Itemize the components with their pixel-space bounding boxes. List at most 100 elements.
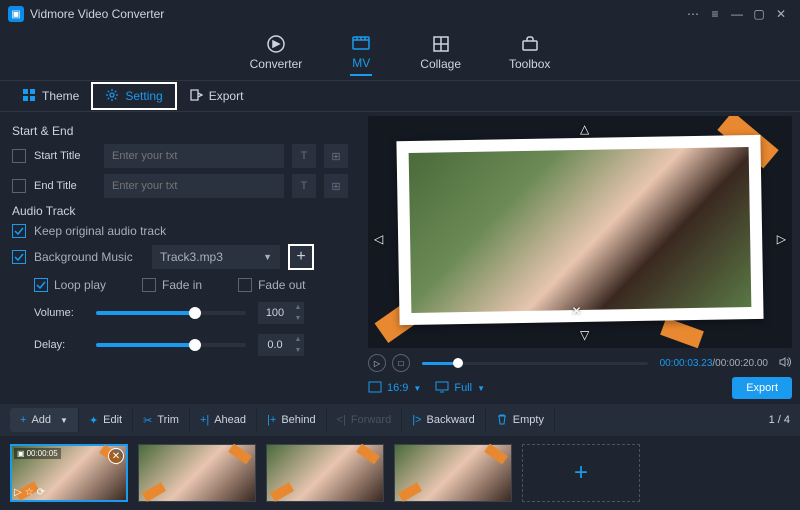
backward-button[interactable]: |>Backward: [402, 408, 486, 432]
clip-item[interactable]: [266, 444, 384, 502]
spinner-down-icon[interactable]: ▼: [292, 313, 304, 324]
spinner-down-icon[interactable]: ▼: [292, 345, 304, 356]
section-start-end: Start & End: [12, 124, 348, 138]
aspect-ratio-select[interactable]: 16:9 ▼: [368, 381, 421, 396]
delay-slider[interactable]: [96, 343, 246, 347]
text-pos-icon[interactable]: ⊞: [324, 144, 348, 168]
top-nav: Converter MV Collage Toolbox: [0, 28, 800, 80]
maximize-icon[interactable]: ▢: [748, 3, 770, 25]
arrow-right-handle[interactable]: ▷: [777, 232, 786, 246]
feedback-icon[interactable]: ⋯: [682, 3, 704, 25]
fullscreen-select[interactable]: Full ▼: [435, 381, 485, 396]
behind-button[interactable]: |+Behind: [257, 408, 327, 432]
fade-in-checkbox[interactable]: [142, 278, 156, 292]
tab-setting-label: Setting: [125, 89, 162, 103]
forward-button[interactable]: <|Forward: [327, 408, 403, 432]
end-title-checkbox[interactable]: [12, 179, 26, 193]
add-clip-button[interactable]: +: [522, 444, 640, 502]
play-button[interactable]: ▷: [368, 354, 386, 372]
start-title-checkbox[interactable]: [12, 149, 26, 163]
keep-original-label: Keep original audio track: [34, 224, 166, 238]
clips-strip: ▣00:00:05 ✕ ▷☆⟳ +: [0, 436, 800, 510]
mv-icon: [350, 32, 372, 54]
clip-loop-icon[interactable]: ⟳: [37, 487, 45, 498]
forward-icon: <|: [337, 414, 346, 426]
fade-out-label: Fade out: [258, 278, 305, 292]
add-track-button[interactable]: +: [288, 244, 314, 270]
arrow-up-handle[interactable]: △: [580, 122, 589, 136]
section-audio-track: Audio Track: [12, 204, 348, 218]
preview-controls: ▷ □ 00:00:03.23/00:00:20.00: [368, 352, 792, 374]
edit-button[interactable]: ✦Edit: [79, 408, 133, 432]
spinner-up-icon[interactable]: ▲: [292, 334, 304, 345]
tab-export[interactable]: Export: [177, 82, 256, 110]
nav-mv[interactable]: MV: [350, 32, 372, 76]
tape-decoration: [660, 318, 704, 348]
clip-item[interactable]: [394, 444, 512, 502]
clip-toolbar: +Add▼ ✦Edit ✂Trim +|Ahead |+Behind <|For…: [0, 404, 800, 436]
ratio-icon: [368, 381, 382, 396]
clip-item[interactable]: [138, 444, 256, 502]
chevron-down-icon: ▼: [60, 416, 68, 425]
clip-remove-button[interactable]: ✕: [108, 448, 124, 464]
tab-setting[interactable]: Setting: [91, 82, 176, 110]
ahead-button[interactable]: +|Ahead: [190, 408, 257, 432]
clip-play-icon[interactable]: ▷: [14, 487, 22, 498]
start-title-label: Start Title: [34, 150, 96, 162]
track-select[interactable]: Track3.mp3 ▼: [152, 245, 280, 269]
tabs-row: Theme Setting Export: [0, 80, 800, 112]
text-pos-icon[interactable]: ⊞: [324, 174, 348, 198]
tab-theme[interactable]: Theme: [10, 82, 91, 110]
nav-collage-label: Collage: [420, 57, 461, 71]
track-select-value: Track3.mp3: [160, 250, 223, 264]
close-icon[interactable]: ✕: [770, 3, 792, 25]
arrow-down-handle[interactable]: ▽: [580, 328, 589, 342]
plus-icon: +: [20, 414, 26, 426]
collage-icon: [430, 33, 452, 55]
end-title-input[interactable]: [104, 174, 284, 198]
settings-panel: Start & End Start Title T ⊞ End Title T …: [0, 112, 360, 404]
spinner-up-icon[interactable]: ▲: [292, 302, 304, 313]
timeline-slider[interactable]: [422, 362, 648, 365]
arrow-left-handle[interactable]: ◁: [374, 232, 383, 246]
chevron-down-icon: ▼: [263, 252, 272, 262]
delay-spinner[interactable]: 0.0 ▲▼: [258, 334, 304, 356]
close-handle[interactable]: ✕: [572, 304, 582, 318]
text-style-icon[interactable]: T: [292, 174, 316, 198]
toolbox-icon: [519, 33, 541, 55]
bg-music-checkbox[interactable]: [12, 250, 26, 264]
image-icon: ▣: [17, 449, 25, 458]
bg-music-row: Background Music Track3.mp3 ▼ +: [12, 244, 348, 270]
stop-button[interactable]: □: [392, 354, 410, 372]
volume-icon[interactable]: [778, 355, 792, 372]
menu-icon[interactable]: ≡: [704, 3, 726, 25]
delay-value: 0.0: [258, 339, 292, 351]
start-title-input[interactable]: [104, 144, 284, 168]
volume-spinner[interactable]: 100 ▲▼: [258, 302, 304, 324]
bg-music-label: Background Music: [34, 250, 144, 264]
clip-item[interactable]: ▣00:00:05 ✕ ▷☆⟳: [10, 444, 128, 502]
nav-toolbox[interactable]: Toolbox: [509, 33, 550, 75]
clip-duration-badge: ▣00:00:05: [14, 448, 61, 459]
ratio-value: 16:9: [387, 382, 408, 394]
text-style-icon[interactable]: T: [292, 144, 316, 168]
trim-button[interactable]: ✂Trim: [133, 408, 190, 432]
current-time: 00:00:03.23: [660, 358, 713, 369]
minimize-icon[interactable]: —: [726, 3, 748, 25]
empty-button[interactable]: Empty: [486, 408, 555, 432]
wand-icon: ✦: [89, 414, 98, 427]
clip-star-icon[interactable]: ☆: [25, 487, 34, 498]
full-value: Full: [454, 382, 472, 394]
delay-row: Delay: 0.0 ▲▼: [34, 334, 348, 356]
add-button[interactable]: +Add▼: [10, 408, 79, 432]
nav-collage[interactable]: Collage: [420, 33, 461, 75]
volume-slider[interactable]: [96, 311, 246, 315]
loop-play-checkbox[interactable]: [34, 278, 48, 292]
fade-out-checkbox[interactable]: [238, 278, 252, 292]
export-button[interactable]: Export: [732, 377, 792, 399]
keep-original-checkbox[interactable]: [12, 224, 26, 238]
preview-image: [409, 147, 752, 313]
nav-converter[interactable]: Converter: [250, 33, 303, 75]
preview-panel: ◁ ▷ △ ▽ ✕ ▷ □ 00:00:03.23/00:00:20.00 16…: [360, 112, 800, 404]
scissors-icon: ✂: [143, 414, 152, 427]
